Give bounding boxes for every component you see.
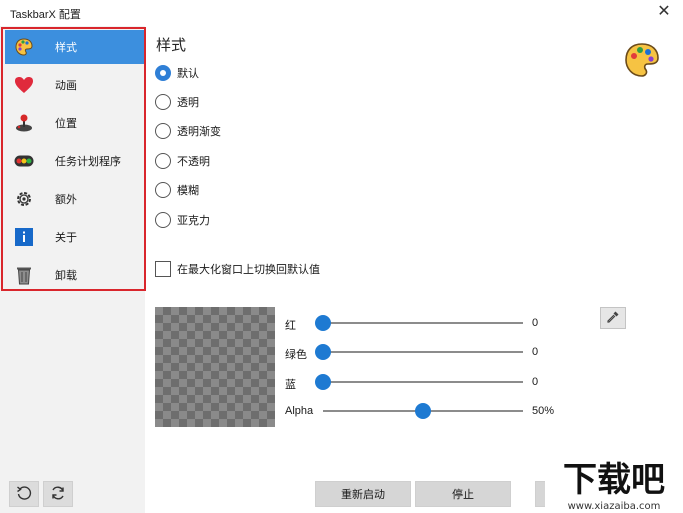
slider-track[interactable] [315,374,523,390]
sidebar-nav: 样式 动画 位置 任务计划程序 额外 关于 卸载 [1,27,146,291]
slider-track[interactable] [323,403,523,419]
sidebar-item-scheduler[interactable]: 任务计划程序 [5,144,144,178]
style-option-default[interactable]: 默认 [155,63,199,83]
slider-value: 0 [532,317,539,329]
color-picker-button[interactable] [600,307,626,329]
radio-button[interactable] [155,153,171,169]
sidebar-item-extra[interactable]: 额外 [5,182,144,216]
style-option-transparent-gradient[interactable]: 透明渐变 [155,121,221,141]
sidebar-item-label: 位置 [55,118,77,130]
radio-button[interactable] [155,123,171,139]
radio-label: 模糊 [177,185,199,197]
refresh-button[interactable] [43,481,73,507]
radio-label: 透明渐变 [177,126,221,138]
trash-icon [13,264,35,286]
main-panel: 样式 默认 透明 透明渐变 不透明 模糊 亚克力 在最大化窗口上切换回默认值 红… [145,26,683,513]
joystick-icon [13,112,35,134]
close-icon[interactable]: ✕ [655,3,673,21]
palette-icon [622,40,662,80]
palette-icon [13,36,35,58]
gear-icon [13,188,35,210]
window-title: TaskbarX 配置 [10,9,81,21]
watermark-logo: 下载吧 www.xiazaiba.com [545,453,683,513]
slider-thumb[interactable] [315,315,331,331]
green-slider-row: 绿色 0 [285,342,575,362]
sidebar-item-position[interactable]: 位置 [5,106,144,140]
style-option-opaque[interactable]: 不透明 [155,151,210,171]
slider-value: 0 [532,346,539,358]
radio-button[interactable] [155,212,171,228]
sidebar-item-label: 关于 [55,232,77,244]
slider-thumb[interactable] [315,344,331,360]
sidebar-item-label: 任务计划程序 [55,156,121,168]
slider-track[interactable] [315,344,523,360]
slider-thumb[interactable] [315,374,331,390]
sidebar-item-label: 样式 [55,42,77,54]
sidebar-item-label: 卸载 [55,270,77,282]
style-option-blur[interactable]: 模糊 [155,180,199,200]
watermark-text: 下载吧 [563,460,665,500]
checkbox[interactable] [155,261,171,277]
sidebar-item-style[interactable]: 样式 [5,30,144,64]
slider-value: 50% [532,405,555,417]
refresh-icon [50,485,66,504]
sidebar-item-animation[interactable]: 动画 [5,68,144,102]
slider-thumb[interactable] [415,403,431,419]
eyedropper-icon [606,310,620,327]
radio-label: 透明 [177,97,199,109]
blue-slider-row: 蓝 0 [285,372,575,392]
radio-button[interactable] [155,65,171,81]
slider-label: 蓝 [285,379,296,391]
slider-label: 绿色 [285,349,307,361]
heart-icon [13,74,35,96]
radio-button[interactable] [155,182,171,198]
radio-label: 亚克力 [177,215,210,227]
slider-label: Alpha [285,405,314,417]
style-option-transparent[interactable]: 透明 [155,92,199,112]
watermark-url: www.xiazaiba.com [568,501,661,512]
undo-button[interactable] [9,481,39,507]
sidebar-item-label: 额外 [55,194,77,206]
sidebar-item-about[interactable]: 关于 [5,220,144,254]
style-option-acrylic[interactable]: 亚克力 [155,210,210,230]
color-preview [155,307,275,427]
stop-button[interactable]: 停止 [415,481,511,507]
radio-label: 默认 [177,68,199,80]
traffic-light-icon [13,150,35,172]
slider-value: 0 [532,376,539,388]
red-slider-row: 红 0 [285,313,575,333]
sidebar-item-uninstall[interactable]: 卸载 [5,258,144,292]
sidebar: 样式 动画 位置 任务计划程序 额外 关于 卸载 [0,26,146,513]
radio-button[interactable] [155,94,171,110]
alpha-slider-row: Alpha 50% [285,401,575,421]
checkbox-label: 在最大化窗口上切换回默认值 [177,264,320,276]
info-icon [13,226,35,248]
restart-button[interactable]: 重新启动 [315,481,411,507]
slider-track[interactable] [315,315,523,331]
slider-label: 红 [285,320,296,332]
revert-on-maximize-checkbox[interactable]: 在最大化窗口上切换回默认值 [155,259,320,279]
sidebar-item-label: 动画 [55,80,77,92]
title-bar: TaskbarX 配置 ✕ [0,0,683,26]
radio-label: 不透明 [177,156,210,168]
undo-icon [16,485,32,504]
page-title: 样式 [156,37,187,54]
